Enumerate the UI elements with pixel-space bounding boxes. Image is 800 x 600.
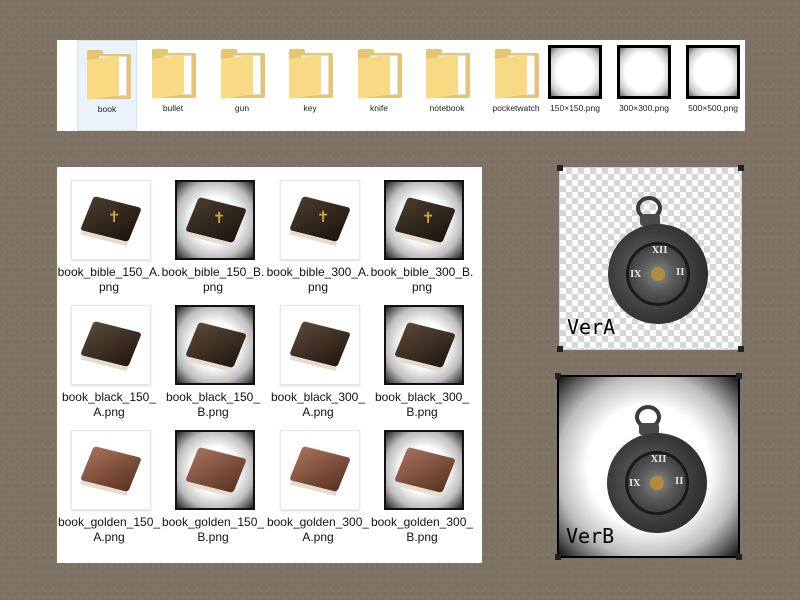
corner-handle [555, 554, 561, 560]
file-label: key [303, 103, 317, 113]
book-thumbnail: ✝ [280, 180, 360, 260]
file-label: 300×300.png [619, 103, 669, 113]
image-file-item[interactable]: ✝ book_bible_300_A.png [266, 167, 370, 294]
folder-icon: ⚷ [289, 49, 333, 99]
preview-label-ver-b: VerB [566, 524, 615, 548]
vignette-frame-thumbnail [617, 45, 671, 99]
folder-icon: ▮ [87, 50, 131, 100]
folder-icon: ⟋ [358, 49, 402, 99]
file-label: book_bible_300_A.png [266, 265, 370, 294]
file-label: 150×150.png [550, 103, 600, 113]
image-file-item[interactable]: book_black_150_B.png [161, 292, 265, 419]
file-label: book_golden_150_A.png [57, 515, 161, 544]
corner-handle [736, 554, 742, 560]
corner-handle [736, 373, 742, 379]
png-file-item[interactable]: 300×300.png [614, 40, 674, 131]
file-label: book_black_150_B.png [165, 390, 261, 419]
file-label: bullet [162, 103, 184, 113]
file-label: book_black_300_B.png [374, 390, 470, 419]
book-thumbnail [384, 430, 464, 510]
preview-label-ver-a: VerA [567, 315, 616, 339]
file-label: book_black_150_A.png [61, 390, 157, 419]
file-label: book_golden_150_B.png [161, 515, 265, 544]
file-label: notebook [429, 103, 465, 113]
book-thumbnail [71, 430, 151, 510]
folder-item[interactable]: ▮ notebook [417, 40, 477, 131]
vignette-frame-thumbnail [548, 45, 602, 99]
image-file-item[interactable]: book_black_300_B.png [370, 292, 474, 419]
image-file-item[interactable]: book_black_300_A.png [266, 292, 370, 419]
folder-item[interactable]: ⚷ key [280, 40, 340, 131]
folder-icon: ⌐ [221, 49, 265, 99]
book-thumbnail: ✝ [175, 180, 255, 260]
folder-icon [152, 49, 196, 99]
file-label: book_golden_300_B.png [370, 515, 474, 544]
book-thumbnail [384, 305, 464, 385]
file-label: book_golden_300_A.png [266, 515, 370, 544]
pocketwatch-image: XII II IX [591, 196, 725, 341]
book-thumbnail [175, 430, 255, 510]
book-thumbnail [175, 305, 255, 385]
corner-handle [557, 165, 563, 171]
thumbnail-grid: ✝ book_bible_150_A.png ✝ book_bible_150_B.p… [57, 167, 482, 563]
file-label: book_bible_150_B.png [161, 265, 265, 294]
folder-item[interactable]: bullet [143, 40, 203, 131]
png-file-item[interactable]: 500×500.png [683, 40, 743, 131]
cross-icon: ✝ [107, 207, 121, 226]
corner-handle [557, 346, 563, 352]
corner-handle [738, 165, 744, 171]
file-label: book_bible_150_A.png [57, 265, 161, 294]
folder-item[interactable]: ⟋knife [349, 40, 409, 131]
folder-icon: ◍ [495, 49, 539, 99]
png-file-item[interactable]: 150×150.png [545, 40, 605, 131]
folder-item[interactable]: ◍pocketwatch [486, 40, 546, 131]
file-label: 500×500.png [688, 103, 738, 113]
image-file-item[interactable]: book_golden_150_B.png [161, 417, 265, 544]
file-label: book_black_300_A.png [270, 390, 366, 419]
pocketwatch-image: XII II IX [590, 405, 724, 550]
book-thumbnail [280, 430, 360, 510]
image-file-item[interactable]: book_golden_300_A.png [266, 417, 370, 544]
cross-icon: ✝ [212, 208, 226, 227]
book-thumbnail: ✝ [71, 180, 151, 260]
corner-handle [555, 373, 561, 379]
image-file-item[interactable]: ✝ book_bible_300_B.png [370, 167, 474, 294]
file-label: book_bible_300_B.png [370, 265, 474, 294]
folder-item[interactable]: ⌐gun [212, 40, 272, 131]
image-file-item[interactable]: ✝ book_bible_150_A.png [57, 167, 161, 294]
book-thumbnail [280, 305, 360, 385]
book-thumbnail [71, 305, 151, 385]
corner-handle [738, 346, 744, 352]
folder-item[interactable]: ▮book [77, 40, 137, 131]
preview-ver-a: XII II IX VerA [557, 165, 744, 352]
vignette-frame-thumbnail [686, 45, 740, 99]
folder-strip: ▮book bullet ⌐gun ⚷ key ⟋knife ▮ notebook ◍pocke… [57, 40, 745, 131]
cross-icon: ✝ [316, 207, 330, 226]
image-file-item[interactable]: book_golden_300_B.png [370, 417, 474, 544]
image-file-item[interactable]: ✝ book_bible_150_B.png [161, 167, 265, 294]
image-file-item[interactable]: book_black_150_A.png [57, 292, 161, 419]
cross-icon: ✝ [421, 208, 435, 227]
book-thumbnail: ✝ [384, 180, 464, 260]
preview-ver-b: XII II IX VerB [555, 373, 742, 560]
image-file-item[interactable]: book_golden_150_A.png [57, 417, 161, 544]
folder-icon: ▮ [426, 49, 470, 99]
